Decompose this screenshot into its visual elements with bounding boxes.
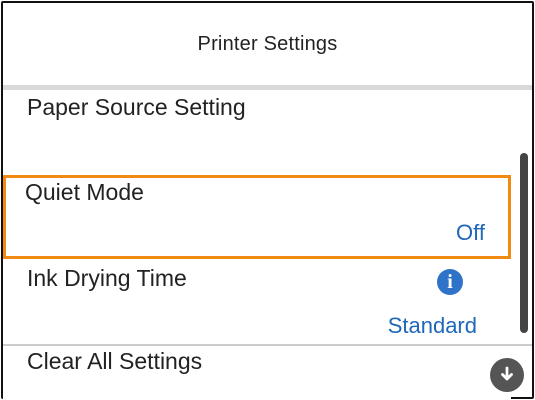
- setting-label: Quiet Mode: [25, 179, 144, 205]
- scroll-thumb[interactable]: [520, 153, 528, 333]
- arrow-down-icon-svg: [501, 366, 513, 381]
- setting-label: Paper Source Setting: [27, 94, 246, 120]
- page-title: Printer Settings: [197, 32, 338, 55]
- setting-label: Ink Drying Time: [27, 265, 187, 291]
- setting-paper-source[interactable]: Paper Source Setting: [3, 90, 511, 170]
- vertical-scrollbar[interactable]: [520, 153, 528, 353]
- setting-value: Off: [456, 220, 485, 245]
- setting-quiet-mode[interactable]: Quiet Mode Off: [3, 175, 511, 259]
- info-icon[interactable]: i: [437, 269, 463, 295]
- arrow-down-icon[interactable]: [490, 358, 524, 392]
- setting-value: Standard: [387, 313, 477, 338]
- header: Printer Settings: [3, 3, 532, 85]
- setting-clear-all[interactable]: Clear All Settings: [3, 346, 511, 399]
- setting-ink-drying-time[interactable]: Ink Drying Time i Standard: [3, 261, 511, 343]
- setting-label: Clear All Settings: [27, 348, 203, 374]
- printer-settings-screen: Printer Settings Paper Source Setting Qu…: [1, 1, 534, 399]
